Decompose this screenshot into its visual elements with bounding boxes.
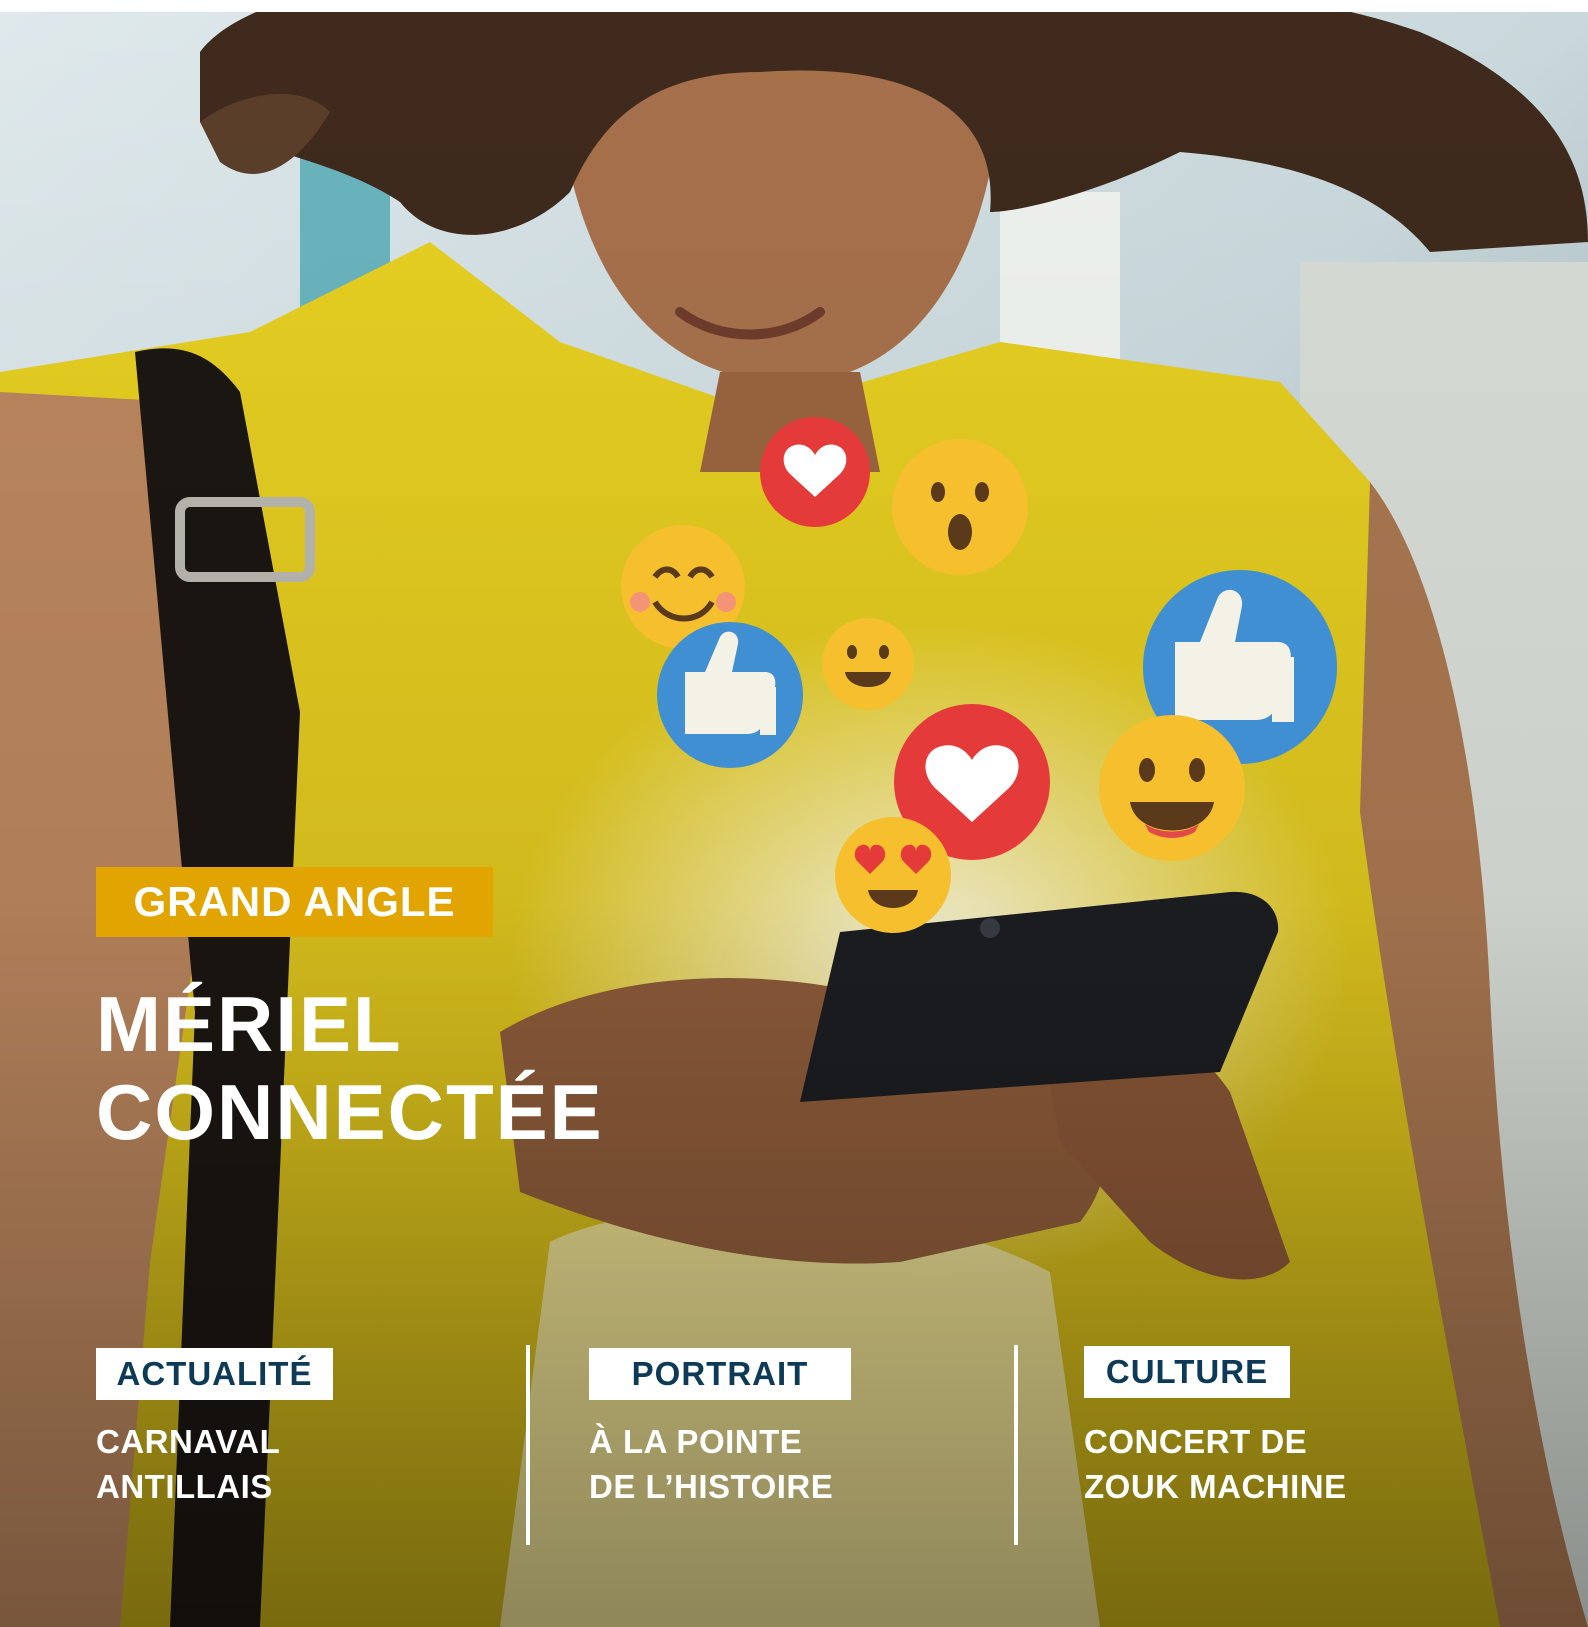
rubrique-culture-line-2: ZOUK MACHINE (1084, 1468, 1347, 1505)
headline-line-1: MÉRIEL (96, 980, 403, 1068)
tag-portrait: PORTRAIT (589, 1348, 851, 1400)
surprised-emoji-icon (892, 439, 1028, 575)
column-divider (1014, 1345, 1018, 1545)
headline-line-2: CONNECTÉE (96, 1068, 604, 1156)
cover-headline: MÉRIEL CONNECTÉE (96, 980, 796, 1156)
thumbs-up-icon (657, 622, 803, 768)
rubrique-actualite-line-1: CARNAVAL (96, 1423, 281, 1460)
rubrique-culture-title: CONCERT DE ZOUK MACHINE (1084, 1419, 1347, 1509)
rubrique-actualite-line-2: ANTILLAIS (96, 1468, 273, 1505)
heart-eyes-emoji-icon (835, 817, 951, 933)
tag-culture: CULTURE (1084, 1346, 1290, 1398)
rubrique-culture-line-1: CONCERT DE (1084, 1423, 1308, 1460)
grin-emoji-icon (1099, 715, 1245, 861)
heart-icon (760, 417, 870, 527)
rubrique-portrait-line-2: DE L’HISTOIRE (589, 1468, 834, 1505)
tag-actualite: ACTUALITÉ (96, 1348, 333, 1400)
column-divider (526, 1345, 530, 1545)
grin-emoji-icon (822, 618, 914, 710)
rubrique-portrait-title: À LA POINTE DE L’HISTOIRE (589, 1419, 833, 1509)
rubrique-portrait-line-1: À LA POINTE (589, 1423, 803, 1460)
rubrique-actualite-title: CARNAVAL ANTILLAIS (96, 1419, 280, 1509)
section-label-grand-angle: GRAND ANGLE (96, 867, 493, 937)
magazine-cover: GRAND ANGLE MÉRIEL CONNECTÉE ACTUALITÉ C… (0, 12, 1588, 1627)
